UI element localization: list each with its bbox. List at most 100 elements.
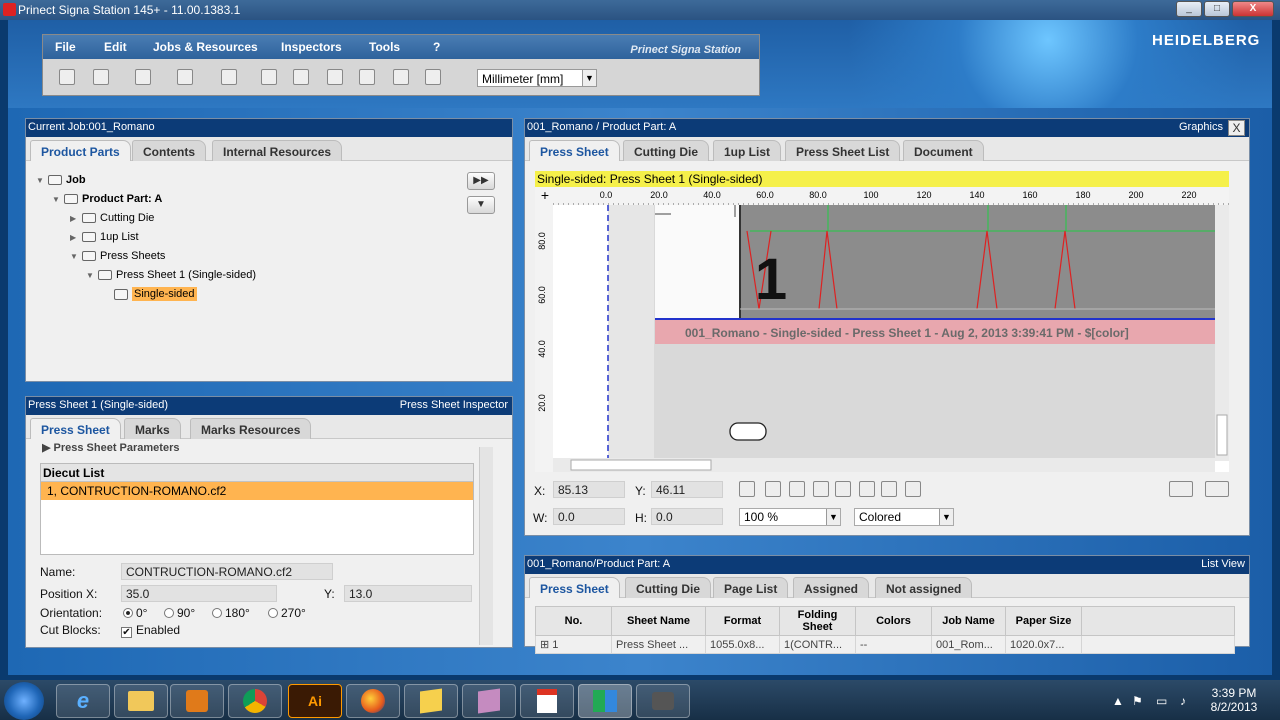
show-hidden-icon[interactable]: ▲	[1112, 694, 1124, 708]
tree-item-single-sided[interactable]: Single-sided	[114, 286, 197, 302]
tab-press-sheet-list[interactable]: Press Sheet List	[785, 140, 901, 161]
fit-icon[interactable]	[1169, 481, 1193, 497]
units-select[interactable]: Millimeter [mm] ▼	[477, 69, 597, 87]
select-rect-icon[interactable]	[813, 481, 829, 497]
clock[interactable]: 3:39 PM 8/2/2013	[1206, 686, 1262, 714]
tree-icon[interactable]	[221, 69, 237, 85]
export-icon[interactable]	[261, 69, 277, 85]
orientation-90[interactable]: 90°	[164, 606, 195, 620]
export-view-icon[interactable]	[1205, 481, 1229, 497]
line-icon[interactable]	[859, 481, 875, 497]
menu-inspectors[interactable]: Inspectors	[281, 40, 342, 54]
forward-button[interactable]: ▶▶	[467, 172, 495, 190]
illustrator-icon[interactable]: Ai	[288, 684, 342, 718]
orientation-0[interactable]: 0°	[123, 606, 147, 620]
chevron-down-icon[interactable]: ▼	[826, 509, 840, 525]
zoom-icon[interactable]	[765, 481, 781, 497]
close-window-button[interactable]: X	[1232, 1, 1274, 17]
notes-icon[interactable]	[404, 684, 458, 718]
column-header[interactable]: Job Name	[931, 606, 1006, 636]
tab-marks-resources[interactable]: Marks Resources	[190, 418, 312, 439]
column-header[interactable]: Sheet Name	[611, 606, 706, 636]
tab-page-list[interactable]: Page List	[713, 577, 789, 598]
tree-item-press-sheet-1[interactable]: ▼ Press Sheet 1 (Single-sided)	[86, 267, 256, 283]
w-field[interactable]: 0.0	[553, 508, 625, 525]
position-y-field[interactable]: 13.0	[344, 585, 472, 602]
measure-icon[interactable]	[905, 481, 921, 497]
volume-icon[interactable]: ♪	[1180, 694, 1186, 708]
tab-contents[interactable]: Contents	[132, 140, 206, 161]
save-icon[interactable]	[135, 69, 151, 85]
media-player-icon[interactable]	[170, 684, 224, 718]
h-field[interactable]: 0.0	[651, 508, 723, 525]
pages-icon[interactable]	[462, 684, 516, 718]
expand-icon[interactable]: ▼	[52, 195, 60, 204]
name-field[interactable]: CONTRUCTION-ROMANO.cf2	[121, 563, 333, 580]
zoom-select[interactable]: 100 % ▼	[739, 508, 841, 526]
sheet-canvas[interactable]: + 0.0 20.0 40.0 60.0 80.0 100 120 140 16…	[535, 187, 1229, 472]
delete-mark-icon[interactable]	[881, 481, 897, 497]
document-icon[interactable]	[293, 69, 309, 85]
menu-jobs-resources[interactable]: Jobs & Resources	[153, 40, 258, 54]
tab-press-sheet[interactable]: Press Sheet	[30, 418, 121, 439]
chevron-down-icon[interactable]: ▼	[939, 509, 953, 525]
list-item[interactable]: 1, CONTRUCTION-ROMANO.cf2	[41, 482, 473, 500]
color-mode-select[interactable]: Colored ▼	[854, 508, 954, 526]
orientation-270[interactable]: 270°	[268, 606, 306, 620]
expand-icon[interactable]: ▼	[36, 176, 44, 185]
close-icon[interactable]: X	[1228, 120, 1245, 136]
pointer-icon[interactable]	[739, 481, 755, 497]
orientation-180[interactable]: 180°	[212, 606, 250, 620]
tab-document[interactable]: Document	[903, 140, 984, 161]
flag-icon[interactable]: ⚑	[1132, 694, 1143, 708]
tree-item-1up-list[interactable]: ▶ 1up List	[70, 229, 139, 245]
tree-item-cutting-die[interactable]: ▶ Cutting Die	[70, 210, 154, 226]
expand-icon[interactable]: ▼	[70, 252, 78, 261]
firefox-icon[interactable]	[346, 684, 400, 718]
camera-icon[interactable]	[636, 684, 690, 718]
tab-press-sheet[interactable]: Press Sheet	[529, 577, 620, 598]
collapse-icon[interactable]: ▶	[70, 233, 78, 242]
tab-marks[interactable]: Marks	[124, 418, 181, 439]
column-header[interactable]: Paper Size	[1005, 606, 1082, 636]
tab-1up-list[interactable]: 1up List	[713, 140, 782, 161]
move-icon[interactable]	[835, 481, 851, 497]
section-press-sheet-parameters[interactable]: ▶ Press Sheet Parameters	[42, 443, 179, 453]
start-button[interactable]	[4, 682, 44, 720]
menu-edit[interactable]: Edit	[104, 40, 127, 54]
refresh-icon[interactable]	[93, 69, 109, 85]
menu-help[interactable]: ?	[433, 40, 440, 54]
print-icon[interactable]	[177, 69, 193, 85]
column-header[interactable]: Colors	[855, 606, 932, 636]
layout-icon[interactable]	[327, 69, 343, 85]
tree-item-job[interactable]: ▼ Job	[36, 172, 86, 188]
mark-shape[interactable]	[729, 422, 767, 441]
position-x-field[interactable]: 35.0	[121, 585, 277, 602]
expand-icon[interactable]: ▼	[86, 271, 94, 280]
cut-blocks-checkbox[interactable]: ✔ Enabled	[121, 623, 180, 638]
column-header[interactable]: Folding Sheet	[779, 606, 856, 636]
open-icon[interactable]	[59, 69, 75, 85]
collapse-icon[interactable]: ▶	[70, 214, 78, 223]
column-header[interactable]: Format	[705, 606, 780, 636]
tree-item-press-sheets[interactable]: ▼ Press Sheets	[70, 248, 165, 264]
tab-cutting-die[interactable]: Cutting Die	[623, 140, 709, 161]
y-field[interactable]: 46.11	[651, 481, 723, 498]
tab-press-sheet[interactable]: Press Sheet	[529, 140, 620, 161]
chrome-icon[interactable]	[228, 684, 282, 718]
tree-item-product-part[interactable]: ▼ Product Part: A	[52, 191, 162, 207]
inspector-scrollbar[interactable]	[479, 447, 493, 645]
hand-icon[interactable]	[789, 481, 805, 497]
page-icon[interactable]	[393, 69, 409, 85]
tab-not-assigned[interactable]: Not assigned	[875, 577, 973, 598]
chevron-down-icon[interactable]: ▼	[582, 70, 596, 86]
ie-icon[interactable]: e	[56, 684, 110, 718]
tab-internal-resources[interactable]: Internal Resources	[212, 140, 343, 161]
move-down-button[interactable]: ▼	[467, 196, 495, 214]
network-icon[interactable]: ▭	[1156, 694, 1167, 708]
signa-app-icon[interactable]	[578, 684, 632, 718]
new-page-icon[interactable]	[425, 69, 441, 85]
x-field[interactable]: 85.13	[553, 481, 625, 498]
column-header[interactable]: No.	[535, 606, 612, 636]
minimize-button[interactable]: _	[1176, 1, 1202, 17]
